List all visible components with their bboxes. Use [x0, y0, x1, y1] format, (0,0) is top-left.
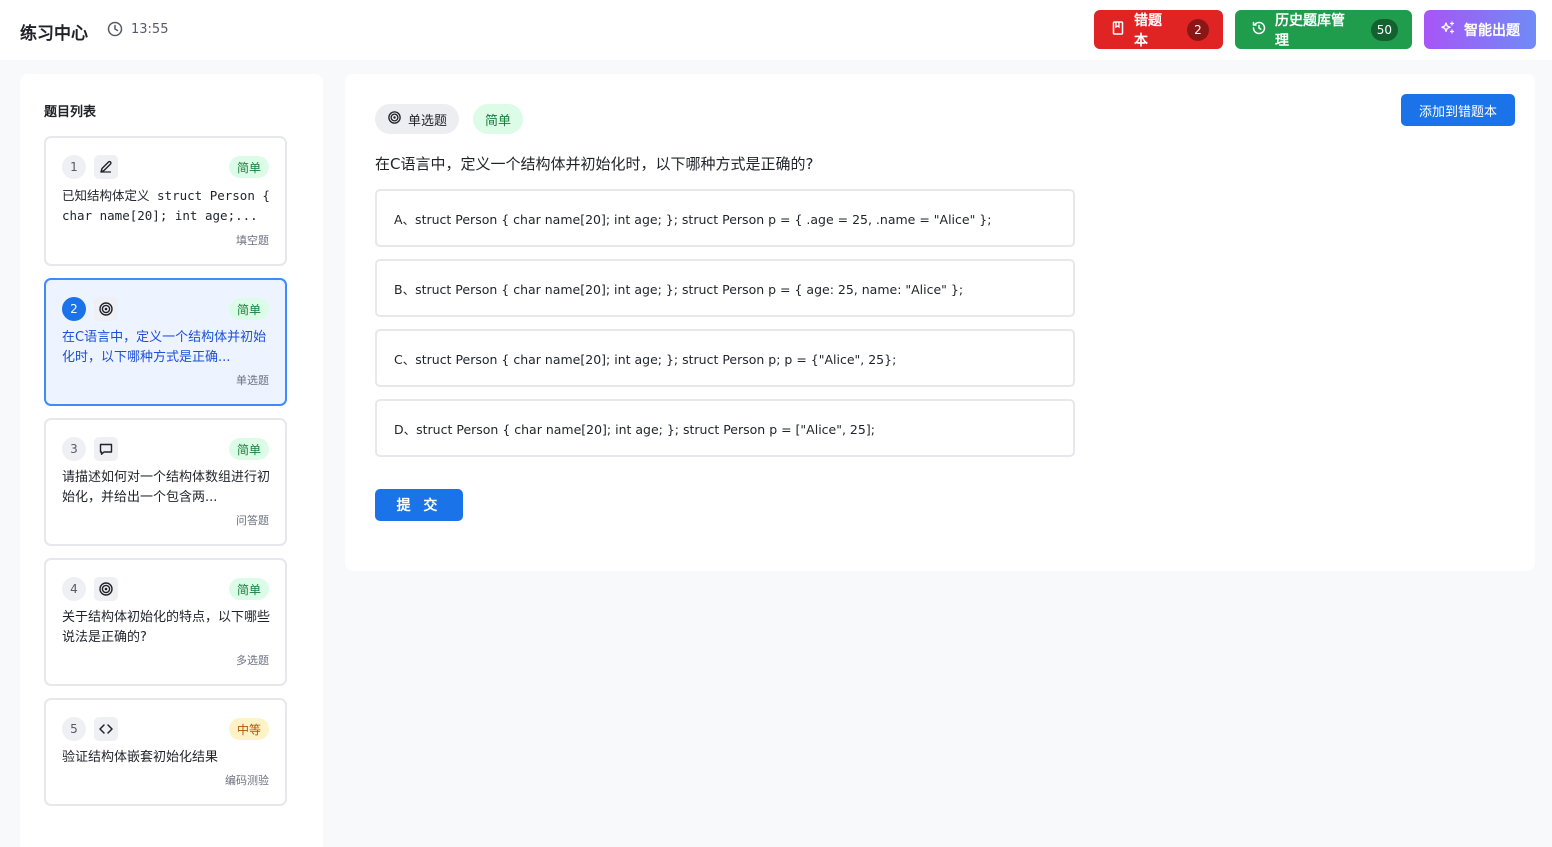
sidebar-title: 题目列表 [44, 105, 97, 120]
notebook-icon [1110, 20, 1126, 40]
difficulty-badge: 简单 [228, 156, 269, 178]
option-b[interactable]: B、struct Person { char name[20]; int age… [375, 259, 1075, 317]
history-bank-button[interactable]: 历史题库管理 50 [1235, 10, 1412, 49]
add-to-wrong-book-button[interactable]: 添加到错题本 [1401, 94, 1515, 126]
question-card-5[interactable]: 5 中等 验证结构体嵌套初始化结果 编码测验 [44, 698, 287, 806]
wrong-book-label: 错题本 [1134, 12, 1162, 49]
question-card-4[interactable]: 4 简单 关于结构体初始化的特点，以下哪些说法是正确的? 多选题 [44, 558, 287, 686]
target-icon [94, 297, 118, 321]
question-panel: 单选题 简单 添加到错题本 在C语言中，定义一个结构体并初始化时，以下哪种方式是… [345, 74, 1535, 571]
top-header: 练习中心 13:55 错题本 2 历史题库管理 50 智能出题 [0, 0, 1552, 60]
question-card-1[interactable]: 1 简单 已知结构体定义 struct Person { char name[2… [44, 136, 287, 266]
sparkles-icon [1440, 20, 1456, 40]
history-bank-count: 50 [1370, 18, 1398, 41]
history-icon [1251, 20, 1267, 40]
question-number: 2 [62, 297, 86, 321]
code-icon [94, 717, 118, 741]
question-number: 4 [62, 577, 86, 601]
question-type-chip: 单选题 [375, 104, 460, 134]
wrong-book-count: 2 [1187, 18, 1209, 41]
question-preview: 关于结构体初始化的特点，以下哪些说法是正确的? [62, 610, 270, 645]
pencil-icon [94, 155, 118, 179]
question-type-label: 单选题 [408, 113, 448, 129]
question-type: 单选题 [236, 374, 269, 387]
target-icon [387, 110, 402, 129]
question-text: 在C语言中，定义一个结构体并初始化时，以下哪种方式是正确的? [375, 155, 814, 173]
question-type: 问答题 [236, 514, 269, 527]
question-sidebar: 题目列表 1 简单 已知结构体定义 struct Person { char n… [20, 74, 323, 847]
clock-time: 13:55 [131, 21, 169, 37]
app-title: 练习中心 [20, 24, 88, 44]
question-number: 1 [62, 155, 86, 179]
question-type: 填空题 [236, 234, 269, 247]
option-d[interactable]: D、struct Person { char name[20]; int age… [375, 399, 1075, 457]
question-card-2[interactable]: 2 简单 在C语言中，定义一个结构体并初始化时，以下哪种方式是正确... 单选题 [44, 278, 287, 406]
wrong-book-button[interactable]: 错题本 2 [1094, 10, 1223, 49]
ai-generate-label: 智能出题 [1464, 22, 1520, 39]
difficulty-chip: 简单 [473, 104, 524, 134]
question-type: 多选题 [236, 654, 269, 667]
submit-button[interactable]: 提 交 [375, 489, 463, 521]
question-preview: 请描述如何对一个结构体数组进行初始化，并给出一个包含两... [62, 470, 270, 505]
ai-generate-button[interactable]: 智能出题 [1424, 10, 1536, 49]
clock-icon [107, 21, 123, 37]
question-number: 5 [62, 717, 86, 741]
history-bank-label: 历史题库管理 [1275, 12, 1345, 49]
question-type: 编码测验 [225, 774, 269, 787]
question-preview: 已知结构体定义 struct Person { char name[20]; i… [62, 188, 270, 223]
difficulty-badge: 中等 [228, 718, 269, 740]
chat-icon [94, 437, 118, 461]
clock: 13:55 [107, 21, 168, 37]
question-preview: 验证结构体嵌套初始化结果 [62, 750, 219, 765]
difficulty-badge: 简单 [228, 578, 269, 600]
question-card-3[interactable]: 3 简单 请描述如何对一个结构体数组进行初始化，并给出一个包含两... 问答题 [44, 418, 287, 546]
difficulty-badge: 简单 [228, 438, 269, 460]
option-a[interactable]: A、struct Person { char name[20]; int age… [375, 189, 1075, 247]
question-number: 3 [62, 437, 86, 461]
option-c[interactable]: C、struct Person { char name[20]; int age… [375, 329, 1075, 387]
target-icon [94, 577, 118, 601]
difficulty-badge: 简单 [228, 298, 269, 320]
question-preview: 在C语言中，定义一个结构体并初始化时，以下哪种方式是正确... [62, 330, 267, 365]
